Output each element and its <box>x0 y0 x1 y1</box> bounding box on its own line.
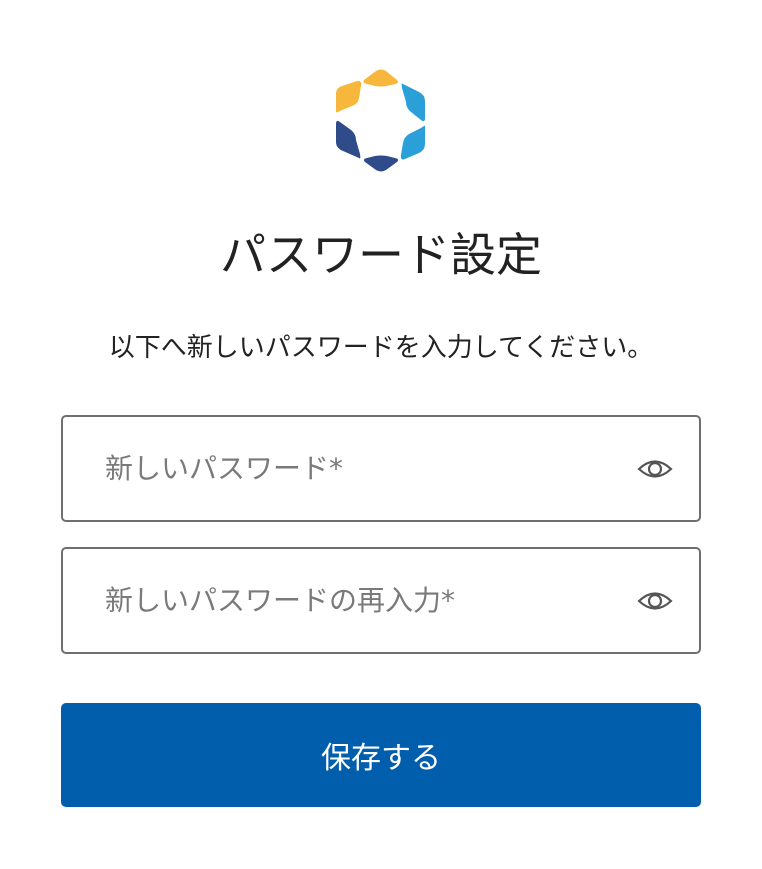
brand-logo <box>336 69 425 172</box>
new-password-field[interactable] <box>61 415 701 522</box>
eye-icon[interactable] <box>637 451 673 487</box>
page-title: パスワード設定 <box>220 228 542 282</box>
new-password-input[interactable] <box>105 417 605 520</box>
instruction-text: 以下へ新しいパスワードを入力してください。 <box>108 333 654 363</box>
password-setup-page: パスワード設定 以下へ新しいパスワードを入力してください。 保存する <box>0 0 762 869</box>
confirm-password-input[interactable] <box>105 549 605 652</box>
confirm-password-field[interactable] <box>61 547 701 654</box>
eye-icon[interactable] <box>637 583 673 619</box>
save-button[interactable]: 保存する <box>61 703 701 807</box>
